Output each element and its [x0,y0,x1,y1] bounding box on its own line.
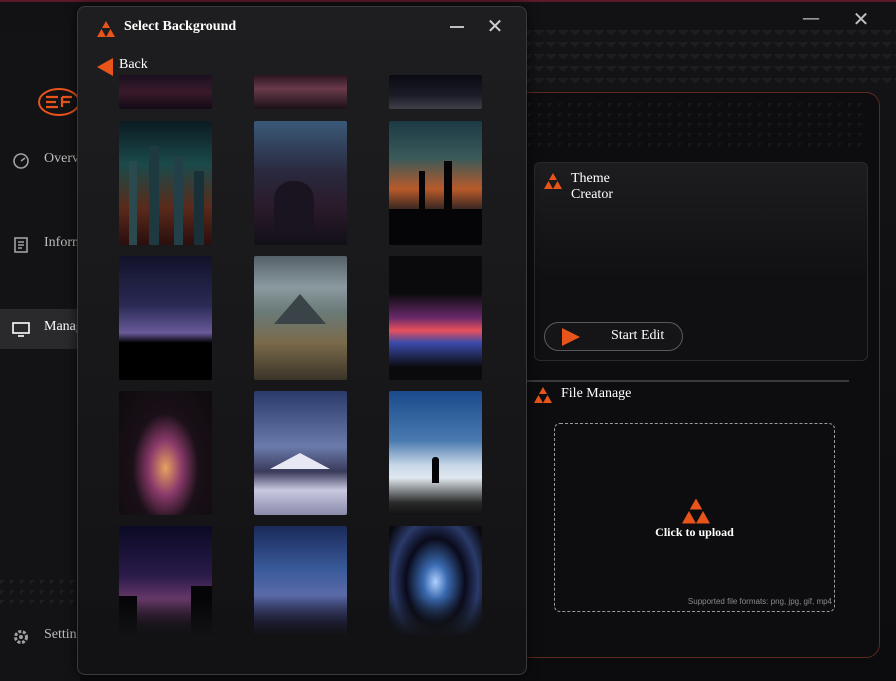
thumbnail-partial-robot[interactable] [119,75,212,109]
dialog-minimize-button[interactable] [450,26,464,28]
thumbnail-neon-city[interactable] [119,121,212,245]
dialog-close-button[interactable]: ✕ [484,15,506,37]
background-thumbnail-grid[interactable] [78,75,526,637]
decorative-pattern [527,30,896,90]
monitor-icon [12,322,30,337]
section-divider [527,380,849,382]
upload-triforce-icon [682,498,710,524]
decorative-pattern [528,103,868,148]
sidebar-item-manage[interactable]: Manage [0,309,89,349]
thumbnail-partial-neon-room[interactable] [254,75,347,109]
sidebar-item-settings[interactable]: Settings [0,618,89,658]
thumbnail-glowing-fluid-swirl[interactable] [119,391,212,515]
thumbnail-abstract-light-waves[interactable] [389,256,482,380]
thumbnail-misty-mountain-lake[interactable] [254,256,347,380]
back-arrow-icon [97,58,113,76]
play-icon [562,328,580,346]
thumbnail-partial-car-street[interactable] [389,75,482,109]
thumbnail-blue-vortex-ring[interactable] [389,526,482,637]
thumbnail-person-above-clouds[interactable] [389,391,482,515]
app-minimize-button[interactable]: — [800,8,822,30]
upload-label: Click to upload [655,525,734,539]
brand-logo [38,88,80,116]
gauge-icon [13,153,29,169]
file-manage-title: File Manage [561,386,632,401]
thumbnail-starry-forest-night[interactable] [119,256,212,380]
upload-dropzone[interactable]: Click to upload Supported file formats: … [554,423,835,612]
sidebar-item-information[interactable]: Information [0,225,111,265]
back-label: Back [119,57,148,72]
app-close-button[interactable]: ✕ [850,8,872,30]
triforce-icon [544,173,562,189]
start-edit-label: Start Edit [611,328,665,343]
start-edit-button[interactable]: Start Edit [544,322,683,351]
decorative-pattern [0,580,80,610]
dialog-title: Select Background [124,19,237,34]
theme-creator-title: Theme Creator [571,171,613,202]
thumbnail-cyberpunk-girl-window[interactable] [254,121,347,245]
triforce-icon [534,387,552,403]
thumbnail-snowy-volcano-dusk[interactable] [254,391,347,515]
triforce-icon [97,21,115,37]
thumbnail-moon-mountain-valley[interactable] [254,526,347,637]
thumbnail-milky-way-forest[interactable] [119,526,212,637]
document-icon [14,237,28,253]
supported-formats: Supported file formats: png, jpg, gif, m… [687,597,832,606]
sidebar-item-overview[interactable]: Overview [0,141,99,181]
select-background-dialog: Select Background ✕ Back [77,6,527,675]
gear-icon [14,630,28,644]
thumbnail-sunset-city-skyline[interactable] [389,121,482,245]
